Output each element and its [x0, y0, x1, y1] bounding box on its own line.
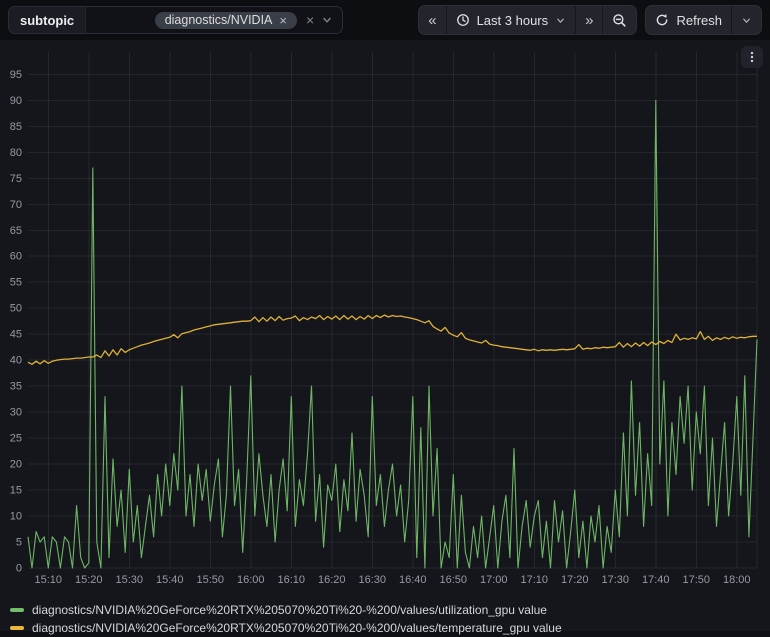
legend-label: diagnostics/NVIDIA%20GeForce%20RTX%20507…: [32, 603, 547, 617]
refresh-label: Refresh: [676, 13, 722, 28]
svg-text:16:30: 16:30: [358, 574, 386, 586]
clear-icon[interactable]: ×: [306, 13, 314, 27]
svg-text:16:10: 16:10: [277, 574, 305, 586]
svg-text:18:00: 18:00: [723, 574, 751, 586]
time-shift-back-button[interactable]: «: [419, 6, 445, 34]
zoom-out-icon: [612, 13, 627, 28]
svg-text:20: 20: [10, 459, 22, 471]
legend-label: diagnostics/NVIDIA%20GeForce%20RTX%20507…: [32, 621, 562, 635]
shift-forward-icon: »: [585, 13, 593, 28]
zoom-out-button[interactable]: [602, 6, 636, 34]
svg-text:80: 80: [10, 147, 22, 159]
svg-text:17:20: 17:20: [561, 574, 589, 586]
svg-text:45: 45: [10, 329, 22, 341]
refresh-icon: [655, 13, 669, 27]
svg-text:10: 10: [10, 511, 22, 523]
svg-text:17:40: 17:40: [642, 574, 670, 586]
svg-text:15:10: 15:10: [34, 574, 62, 586]
svg-text:17:50: 17:50: [682, 574, 710, 586]
variable-label: subtopic: [9, 7, 86, 33]
refresh-interval-button[interactable]: [731, 6, 761, 34]
template-variable-picker: subtopic diagnostics/NVIDIA × ×: [8, 6, 343, 34]
svg-text:15:20: 15:20: [75, 574, 103, 586]
legend-item-temperature[interactable]: diagnostics/NVIDIA%20GeForce%20RTX%20507…: [10, 619, 770, 637]
chevron-down-icon[interactable]: [321, 14, 333, 26]
svg-text:15:30: 15:30: [115, 574, 143, 586]
shift-back-icon: «: [428, 13, 436, 28]
svg-text:40: 40: [10, 355, 22, 367]
svg-text:5: 5: [16, 537, 22, 549]
svg-text:50: 50: [10, 303, 22, 315]
svg-text:75: 75: [10, 173, 22, 185]
svg-text:0: 0: [16, 563, 22, 575]
svg-text:15:40: 15:40: [156, 574, 184, 586]
time-shift-forward-button[interactable]: »: [575, 6, 602, 34]
svg-text:65: 65: [10, 225, 22, 237]
selected-tag-text: diagnostics/NVIDIA: [165, 14, 273, 27]
svg-text:55: 55: [10, 277, 22, 289]
svg-text:16:50: 16:50: [439, 574, 467, 586]
clock-icon: [456, 13, 470, 27]
refresh-group: Refresh: [645, 5, 762, 35]
svg-text:30: 30: [10, 407, 22, 419]
svg-text:17:30: 17:30: [601, 574, 629, 586]
svg-text:95: 95: [10, 69, 22, 81]
time-range-button[interactable]: Last 3 hours: [446, 6, 576, 34]
svg-text:16:20: 16:20: [318, 574, 346, 586]
refresh-chevron-icon: [741, 15, 752, 26]
refresh-button[interactable]: Refresh: [646, 6, 731, 34]
dashboard-toolbar: subtopic diagnostics/NVIDIA × × «: [0, 0, 770, 40]
time-range-group: « Last 3 hours »: [418, 5, 637, 35]
panel-menu-button[interactable]: [741, 46, 763, 68]
time-series-chart[interactable]: 0 5 10 15 20 25 30 35 40 45 50 55 60 65 70 75 80 85 90 95 15…: [0, 40, 770, 595]
svg-text:16:40: 16:40: [399, 574, 427, 586]
svg-text:17:00: 17:00: [480, 574, 508, 586]
variable-select[interactable]: diagnostics/NVIDIA × ×: [86, 7, 342, 33]
svg-text:85: 85: [10, 121, 22, 133]
time-range-chevron-icon: [555, 15, 566, 26]
utilization-series-marker: [10, 608, 24, 612]
chart-legend: diagnostics/NVIDIA%20GeForce%20RTX%20507…: [0, 600, 770, 637]
svg-text:16:00: 16:00: [237, 574, 265, 586]
svg-text:70: 70: [10, 199, 22, 211]
time-controls: « Last 3 hours »: [418, 5, 762, 35]
svg-text:15: 15: [10, 485, 22, 497]
temperature-series-marker: [10, 626, 24, 630]
selected-tag[interactable]: diagnostics/NVIDIA ×: [155, 12, 297, 29]
svg-text:35: 35: [10, 381, 22, 393]
panel-gpu-timeseries: 0 5 10 15 20 25 30 35 40 45 50 55 60 65 70 75 80 85 90 95 15…: [0, 40, 770, 631]
svg-text:90: 90: [10, 95, 22, 107]
svg-text:25: 25: [10, 433, 22, 445]
time-range-label: Last 3 hours: [477, 13, 549, 28]
kebab-menu-icon: [745, 49, 759, 65]
svg-text:60: 60: [10, 251, 22, 263]
svg-text:17:10: 17:10: [520, 574, 548, 586]
svg-text:15:50: 15:50: [196, 574, 224, 586]
legend-item-utilization[interactable]: diagnostics/NVIDIA%20GeForce%20RTX%20507…: [10, 601, 770, 619]
tag-remove-icon[interactable]: ×: [279, 14, 287, 27]
